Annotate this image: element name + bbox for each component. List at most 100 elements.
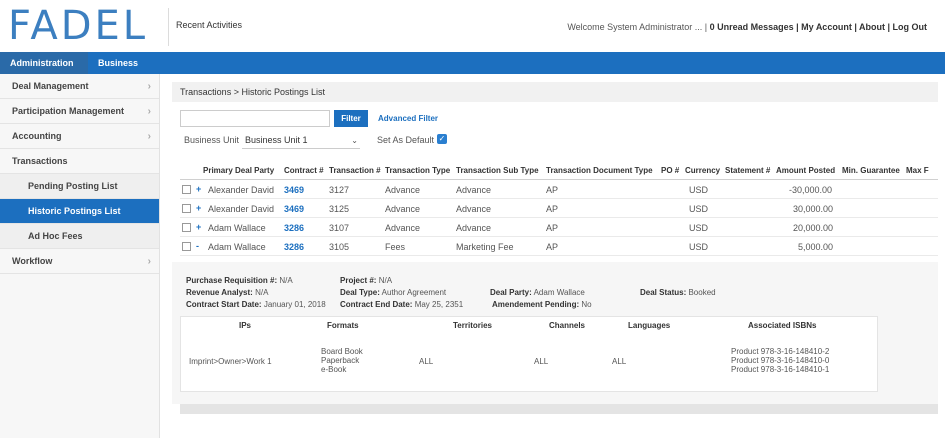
- sidebar-item-transactions[interactable]: Transactions: [0, 149, 159, 174]
- cell-amount: 5,000.00: [798, 242, 834, 252]
- cell-currency: USD: [689, 223, 709, 233]
- contract-link[interactable]: 3286: [284, 223, 304, 233]
- cell-amount: 30,000.00: [793, 204, 834, 214]
- cell-type: Advance: [385, 204, 421, 214]
- col-transaction-sub-type[interactable]: Transaction Sub Type: [456, 166, 539, 175]
- row-checkbox[interactable]: [182, 204, 191, 213]
- cell-doc-type: AP: [546, 185, 559, 195]
- deal-type-value: Author Agreement: [381, 288, 447, 297]
- col-min-guarantee[interactable]: Min. Guarantee: [842, 166, 900, 175]
- table-row[interactable]: - Adam Wallace 3286 3105 Fees Marketing …: [180, 237, 938, 256]
- chevron-right-icon: ›: [147, 81, 151, 92]
- end-date-label: Contract End Date:: [340, 300, 413, 309]
- set-as-default-label: Set As Default: [377, 135, 435, 145]
- col-currency[interactable]: Currency: [685, 166, 720, 175]
- col-max[interactable]: Max F: [906, 166, 929, 175]
- contract-link[interactable]: 3469: [284, 204, 304, 214]
- tab-administration[interactable]: Administration: [0, 52, 88, 74]
- filter-input[interactable]: [180, 110, 330, 127]
- sidebar-item-participation-management[interactable]: Participation Management ›: [0, 99, 159, 124]
- revenue-analyst-value: N/A: [255, 288, 269, 297]
- sidebar-item-deal-management[interactable]: Deal Management ›: [0, 74, 159, 99]
- cell-currency: USD: [689, 185, 709, 195]
- cell-doc-type: AP: [546, 242, 559, 252]
- cell-currency: USD: [689, 204, 709, 214]
- cell-party: Alexander David: [208, 185, 275, 195]
- cell-party: Adam Wallace: [208, 242, 266, 252]
- fadel-logo[interactable]: FADEL: [8, 6, 148, 46]
- col-transaction-type[interactable]: Transaction Type: [385, 166, 450, 175]
- contract-link[interactable]: 3469: [284, 185, 304, 195]
- revenue-analyst: Revenue Analyst: N/A: [186, 288, 268, 297]
- contract-start-date: Contract Start Date: January 01, 2018: [186, 300, 326, 309]
- cell-languages: ALL: [612, 357, 627, 366]
- cell-party: Alexander David: [208, 204, 275, 214]
- business-unit-select[interactable]: Business Unit 1 ⌄: [242, 132, 360, 149]
- sidebar-item-pending-posting-list[interactable]: Pending Posting List: [0, 174, 159, 199]
- row-checkbox[interactable]: [182, 223, 191, 232]
- deal-party-label: Deal Party:: [490, 288, 532, 297]
- contract-link[interactable]: 3286: [284, 242, 304, 252]
- collapse-icon[interactable]: -: [196, 241, 199, 251]
- project-value: N/A: [378, 276, 393, 285]
- app-header: FADEL Recent Activities Welcome System A…: [0, 0, 945, 50]
- cell-format: e-Book: [321, 365, 347, 374]
- col-statement[interactable]: Statement #: [725, 166, 770, 175]
- cell-isbn: Product 978-3-16-148410-2: [731, 347, 830, 356]
- expand-icon[interactable]: +: [196, 184, 201, 194]
- chevron-right-icon: ›: [147, 106, 151, 117]
- amendment-pending: Amendement Pending: No: [492, 300, 592, 309]
- deal-status-value: Booked: [688, 288, 716, 297]
- tab-business-suite[interactable]: Business Suite: [88, 52, 170, 90]
- purchase-requisition: Purchase Requisition #: N/A: [186, 276, 293, 285]
- sidebar-item-workflow[interactable]: Workflow ›: [0, 249, 159, 274]
- table-row[interactable]: + Adam Wallace 3286 3107 Advance Advance…: [180, 218, 938, 237]
- business-unit-value: Business Unit 1: [245, 135, 308, 145]
- cell-transaction: 3127: [329, 185, 350, 195]
- cell-format: Paperback: [321, 356, 360, 365]
- revenue-analyst-label: Revenue Analyst:: [186, 288, 253, 297]
- cell-transaction: 3125: [329, 204, 350, 214]
- deal-party-value: Adam Wallace: [533, 288, 585, 297]
- header-divider: [168, 8, 169, 46]
- deal-status-label: Deal Status:: [640, 288, 687, 297]
- deal-party: Deal Party: Adam Wallace: [490, 288, 585, 297]
- account-links[interactable]: | My Account | About | Log Out: [796, 22, 927, 32]
- purchase-requisition-label: Purchase Requisition #:: [186, 276, 278, 285]
- row-checkbox[interactable]: [182, 242, 191, 251]
- col-contract[interactable]: Contract #: [284, 166, 324, 175]
- recent-activities-link[interactable]: Recent Activities: [176, 20, 242, 30]
- sidebar-item-historic-postings-list[interactable]: Historic Postings List: [0, 199, 159, 224]
- col-transaction-document-type[interactable]: Transaction Document Type: [546, 166, 653, 175]
- expand-icon[interactable]: +: [196, 222, 201, 232]
- col-primary-deal-party[interactable]: Primary Deal Party: [203, 166, 274, 175]
- deal-type-label: Deal Type:: [340, 288, 380, 297]
- sidebar-item-ad-hoc-fees[interactable]: Ad Hoc Fees: [0, 224, 159, 249]
- expand-icon[interactable]: +: [196, 203, 201, 213]
- col-formats: Formats: [327, 321, 359, 330]
- col-amount-posted[interactable]: Amount Posted: [776, 166, 835, 175]
- row-checkbox[interactable]: [182, 185, 191, 194]
- cell-channels: ALL: [534, 357, 549, 366]
- horizontal-scrollbar[interactable]: [180, 404, 938, 414]
- welcome-text: Welcome System Administrator ... |: [567, 22, 708, 32]
- sidebar-item-accounting[interactable]: Accounting ›: [0, 124, 159, 149]
- table-row[interactable]: + Alexander David 3469 3127 Advance Adva…: [180, 180, 938, 199]
- chevron-down-icon: ⌄: [351, 136, 358, 145]
- project-number: Project #: N/A: [340, 276, 392, 285]
- chevron-right-icon: ›: [147, 131, 151, 142]
- sidebar-item-label: Accounting: [12, 131, 62, 141]
- col-po[interactable]: PO #: [661, 166, 679, 175]
- col-ips: IPs: [239, 321, 252, 330]
- advanced-filter-link[interactable]: Advanced Filter: [378, 114, 438, 123]
- table-row[interactable]: + Alexander David 3469 3125 Advance Adva…: [180, 199, 938, 218]
- breadcrumb: Transactions > Historic Postings List: [172, 82, 938, 102]
- user-links: Welcome System Administrator ... | 0 Unr…: [567, 22, 927, 32]
- top-navbar: Administration Business Suite: [0, 52, 945, 90]
- col-transaction[interactable]: Transaction #: [329, 166, 381, 175]
- sidebar-item-label: Workflow: [12, 256, 53, 266]
- filter-button[interactable]: Filter: [334, 110, 368, 127]
- set-as-default-checkbox[interactable]: ✓: [437, 134, 447, 144]
- unread-messages-link[interactable]: 0 Unread Messages: [710, 22, 794, 32]
- main-content: Transactions > Historic Postings List Fi…: [172, 82, 938, 422]
